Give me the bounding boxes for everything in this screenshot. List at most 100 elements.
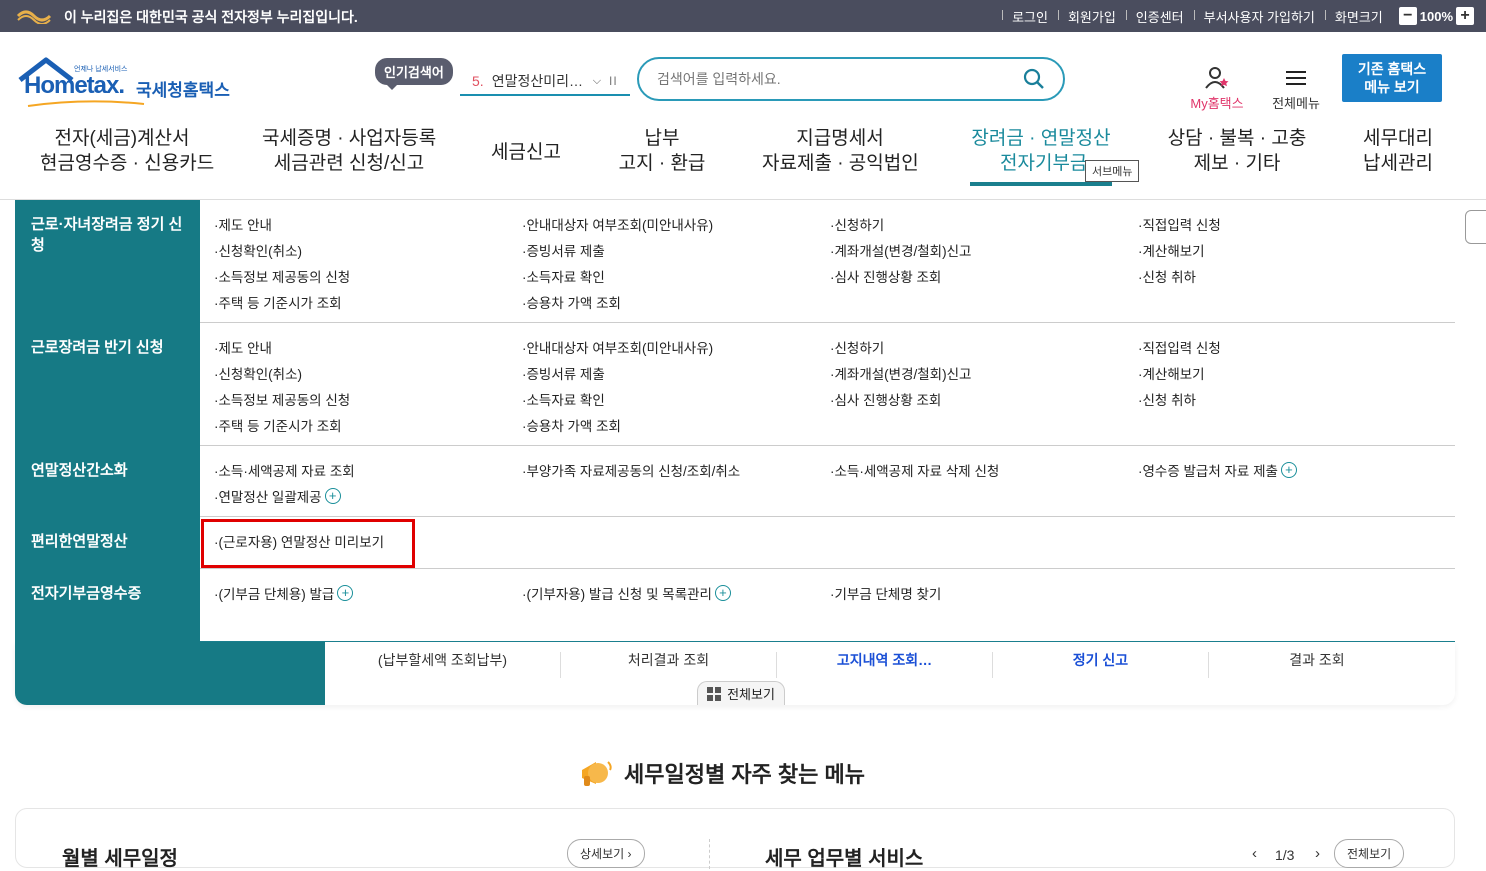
zoom-in-button[interactable]: + bbox=[1456, 7, 1474, 25]
mega-category[interactable]: 근로·자녀장려금 정기 신청 bbox=[15, 200, 200, 323]
zoom-out-button[interactable]: − bbox=[1398, 7, 1417, 25]
menu-link[interactable]: ·부양가족 자료제공동의 신청/조회/취소 bbox=[522, 460, 740, 480]
pager: 1/3 bbox=[1275, 847, 1295, 863]
mega-row: ·소득·세액공제 자료 조회 ·부양가족 자료제공동의 신청/조회/취소 ·소득… bbox=[200, 446, 1455, 517]
mega-row: ·제도 안내 ·안내대상자 여부조회(미안내사유) ·신청하기 ·직접입력 신청… bbox=[200, 200, 1455, 323]
global-nav: 전자(세금)계산서 현금영수증 · 신용카드 국세증명 · 사업자등록 세금관련 신… bbox=[0, 120, 1486, 200]
old-menu-line1: 기존 홈택스 bbox=[1357, 61, 1427, 77]
gov-links: 로그인 회원가입 인증센터 부서사용자 가입하기 화면크기 − 100% + bbox=[1002, 0, 1486, 32]
menu-link[interactable]: ·심사 진행상황 조회 bbox=[830, 266, 941, 286]
menu-link-with-plus[interactable]: ·연말정산 일괄제공 + bbox=[214, 486, 341, 506]
menu-link[interactable]: ·증빙서류 제출 bbox=[522, 363, 605, 383]
menu-link[interactable]: ·안내대상자 여부조회(미안내사유) bbox=[522, 214, 713, 234]
menu-link[interactable]: ·신청 취하 bbox=[1138, 389, 1196, 409]
menu-link[interactable]: ·소득·세액공제 자료 조회 bbox=[214, 460, 355, 480]
menu-link[interactable]: ·심사 진행상황 조회 bbox=[830, 389, 941, 409]
mega-category[interactable]: 근로장려금 반기 신청 bbox=[15, 323, 200, 446]
signup-link[interactable]: 회원가입 bbox=[1057, 7, 1126, 26]
menu-link[interactable]: ·신청확인(취소) bbox=[214, 240, 302, 260]
menu-link[interactable]: ·직접입력 신청 bbox=[1138, 337, 1221, 357]
menu-link-with-plus[interactable]: ·(기부금 단체용) 발급 + bbox=[214, 583, 354, 603]
popular-word[interactable]: 연말정산미리… bbox=[492, 71, 587, 91]
highlight-box bbox=[201, 519, 415, 568]
next-page-icon[interactable]: › bbox=[1315, 845, 1320, 862]
gnb-item-consult[interactable]: 상담 · 불복 · 고충 제보 · 기타 bbox=[1164, 126, 1310, 176]
band-cell[interactable]: 처리결과 조회 bbox=[561, 652, 777, 678]
schedule-card: 월별 세무일정 상세보기 › 세무 업무별 서비스 ‹ 1/3 › 전체보기 bbox=[15, 808, 1455, 870]
menu-link[interactable]: ·주택 등 기준시가 조회 bbox=[214, 292, 342, 312]
menu-link[interactable]: ·안내대상자 여부조회(미안내사유) bbox=[522, 337, 713, 357]
menu-link[interactable]: ·계산해보기 bbox=[1138, 240, 1205, 260]
brand-logo-text: Hometax. bbox=[24, 72, 125, 99]
menu-link[interactable]: ·주택 등 기준시가 조회 bbox=[214, 415, 342, 435]
mega-row: ·제도 안내 ·안내대상자 여부조회(미안내사유) ·신청하기 ·직접입력 신청… bbox=[200, 323, 1455, 446]
menu-link[interactable]: ·기부금 단체명 찾기 bbox=[830, 583, 941, 603]
gnb-label: 납부 bbox=[644, 128, 680, 149]
gnb-item-statement[interactable]: 지급명세서 자료제출 · 공익법인 bbox=[762, 126, 919, 176]
menu-link[interactable]: ·제도 안내 bbox=[214, 214, 272, 234]
pause-icon[interactable]: II bbox=[609, 74, 618, 88]
menu-link[interactable]: ·소득자료 확인 bbox=[522, 266, 605, 286]
menu-link[interactable]: ·승용차 가액 조회 bbox=[522, 415, 621, 435]
zoom-level: 100% bbox=[1419, 8, 1453, 24]
menu-link[interactable]: ·신청하기 bbox=[830, 214, 884, 234]
login-link[interactable]: 로그인 bbox=[1002, 7, 1058, 26]
plus-icon[interactable]: + bbox=[324, 488, 341, 504]
gnb-active-indicator bbox=[970, 182, 1112, 186]
gnb-label: 지급명세서 bbox=[796, 128, 884, 149]
menu-link[interactable]: ·증빙서류 제출 bbox=[522, 240, 605, 260]
gnb-item-tax-return[interactable]: 세금신고 bbox=[486, 140, 566, 165]
plus-icon[interactable]: + bbox=[337, 585, 354, 601]
menu-link[interactable]: ·소득·세액공제 자료 삭제 신청 bbox=[830, 460, 999, 480]
myhometax-button[interactable]: My홈택스 bbox=[1186, 66, 1248, 112]
section-title-text: 세무일정별 자주 찾는 메뉴 bbox=[624, 762, 865, 787]
gnb-label: 상담 · 불복 · 고충 bbox=[1167, 128, 1307, 149]
menu-link[interactable]: ·계좌개설(변경/철회)신고 bbox=[830, 240, 971, 260]
menu-link[interactable]: ·계좌개설(변경/철회)신고 bbox=[830, 363, 971, 383]
side-tab[interactable] bbox=[1465, 210, 1486, 244]
all-menu-button[interactable]: 전체메뉴 bbox=[1268, 66, 1324, 112]
plus-icon[interactable]: + bbox=[714, 585, 731, 601]
menu-link-with-plus[interactable]: ·영수증 발급처 자료 제출 + bbox=[1138, 460, 1297, 480]
search-box bbox=[637, 57, 1065, 101]
gnb-item-certificate[interactable]: 국세증명 · 사업자등록 세금관련 신청/신고 bbox=[262, 126, 436, 176]
dept-user-signup-link[interactable]: 부서사용자 가입하기 bbox=[1193, 7, 1325, 26]
gnb-label: 납세관리 bbox=[1363, 153, 1433, 174]
view-all-button[interactable]: 전체보기 bbox=[1334, 839, 1405, 868]
menu-link-with-plus[interactable]: ·(기부자용) 발급 신청 및 목록관리 + bbox=[522, 583, 731, 603]
band-cell[interactable]: 정기 신고 bbox=[993, 652, 1209, 678]
mega-category[interactable]: 편리한연말정산 bbox=[15, 517, 200, 569]
band-cell[interactable]: (납부할세액 조회납부) bbox=[325, 652, 561, 678]
menu-link[interactable]: ·소득자료 확인 bbox=[522, 389, 605, 409]
search-input[interactable] bbox=[657, 71, 1023, 87]
prev-page-icon[interactable]: ‹ bbox=[1252, 845, 1257, 862]
plus-icon[interactable]: + bbox=[1280, 462, 1297, 478]
hometax-logo[interactable]: 언제나 납세서비스 Hometax. 국세청홈택스 bbox=[16, 56, 246, 112]
gnb-item-invoice[interactable]: 전자(세금)계산서 현금영수증 · 신용카드 bbox=[40, 126, 214, 176]
popular-search-tag: 인기검색어 bbox=[375, 58, 453, 90]
menu-link[interactable]: ·신청하기 bbox=[830, 337, 884, 357]
band-cell[interactable]: 결과 조회 bbox=[1209, 652, 1425, 678]
cert-center-link[interactable]: 인증센터 bbox=[1125, 7, 1194, 26]
mega-category[interactable]: 연말정산간소화 bbox=[15, 446, 200, 517]
menu-link[interactable]: ·소득정보 제공동의 신청 bbox=[214, 389, 350, 409]
menu-link[interactable]: ·제도 안내 bbox=[214, 337, 272, 357]
monthly-schedule-title: 월별 세무일정 bbox=[62, 848, 178, 870]
old-hometax-menu-button[interactable]: 기존 홈택스 메뉴 보기 bbox=[1342, 54, 1442, 102]
menu-link[interactable]: ·승용차 가액 조회 bbox=[522, 292, 621, 312]
gnb-item-agent[interactable]: 세무대리 납세관리 bbox=[1358, 126, 1438, 176]
search-icon[interactable] bbox=[1023, 68, 1045, 90]
band-cell[interactable]: 고지내역 조회… bbox=[777, 652, 993, 678]
view-all-tab[interactable]: 전체보기 bbox=[697, 681, 785, 705]
popular-keyword-roller[interactable]: 5. 연말정산미리… ⌵ II bbox=[460, 68, 630, 96]
all-menu-label: 전체메뉴 bbox=[1272, 96, 1320, 111]
gnb-item-payment[interactable]: 납부 고지 · 환급 bbox=[612, 126, 712, 176]
menu-link[interactable]: ·직접입력 신청 bbox=[1138, 214, 1221, 234]
menu-link[interactable]: ·계산해보기 bbox=[1138, 363, 1205, 383]
chevron-down-icon[interactable]: ⌵ bbox=[593, 75, 601, 88]
menu-link[interactable]: ·소득정보 제공동의 신청 bbox=[214, 266, 350, 286]
menu-link[interactable]: ·신청 취하 bbox=[1138, 266, 1196, 286]
mega-category[interactable]: 전자기부금영수증 bbox=[15, 569, 200, 642]
detail-button[interactable]: 상세보기 › bbox=[567, 839, 645, 868]
menu-link[interactable]: ·신청확인(취소) bbox=[214, 363, 302, 383]
